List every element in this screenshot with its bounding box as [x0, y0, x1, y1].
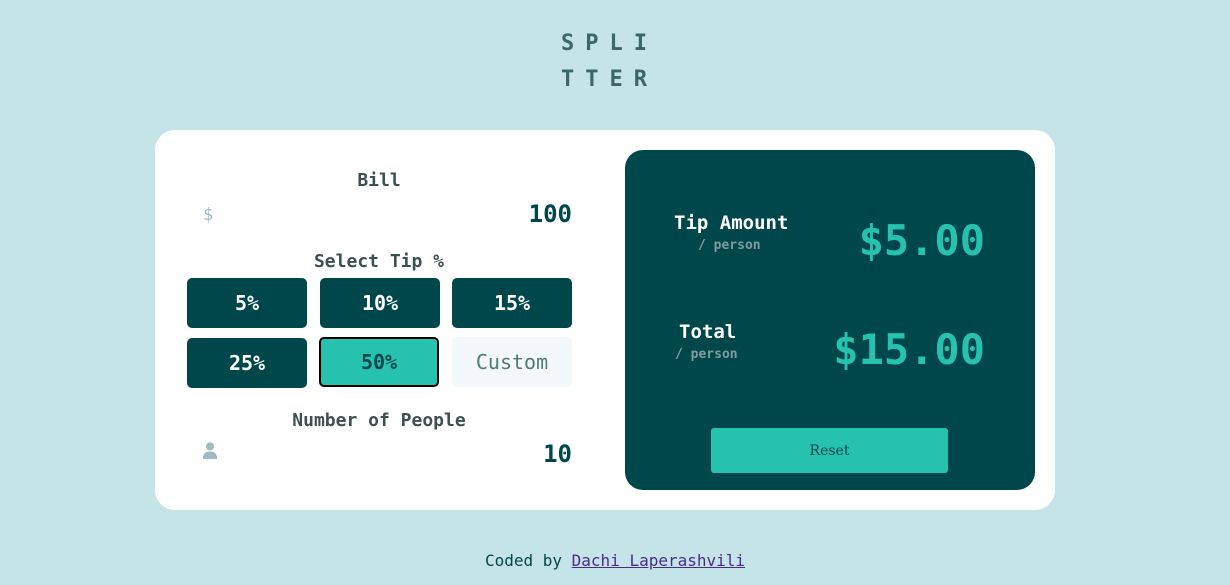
tip-amount-sub: / person	[698, 238, 761, 253]
tip-button-5[interactable]: 5%	[187, 278, 307, 328]
app-logo: SPLI TTER	[561, 26, 661, 98]
custom-tip-input[interactable]: Custom	[452, 337, 572, 387]
footer: Coded by Dachi Laperashvili	[0, 551, 1230, 570]
reset-button[interactable]: Reset	[711, 428, 948, 473]
bill-value: 100	[528, 200, 572, 228]
tip-button-10[interactable]: 10%	[320, 278, 440, 328]
tip-amount-label: Tip Amount	[674, 212, 789, 234]
people-input[interactable]: 10	[187, 436, 572, 474]
result-panel: Tip Amount / person $5.00 Total / person…	[625, 150, 1035, 490]
dollar-icon: $	[203, 205, 214, 225]
total-value: $15.00	[833, 325, 985, 374]
footer-prefix: Coded by	[484, 551, 563, 570]
tip-button-15[interactable]: 15%	[452, 278, 572, 328]
bill-label: Bill	[357, 170, 401, 191]
people-label: Number of People	[292, 410, 466, 431]
tip-button-25[interactable]: 25%	[187, 338, 307, 388]
calculator-card: Bill $ 100 Select Tip % 5% 10% 15% 25% 5…	[155, 130, 1055, 510]
logo-line-1: SPLI	[561, 31, 658, 56]
people-value: 10	[543, 440, 572, 468]
tip-button-50[interactable]: 50%	[319, 337, 439, 387]
person-icon	[203, 442, 217, 464]
logo-line-2: TTER	[561, 67, 658, 92]
total-sub: / person	[675, 347, 738, 362]
tip-amount-value: $5.00	[858, 216, 985, 265]
author-link[interactable]: Dachi Laperashvili	[572, 551, 745, 570]
total-label: Total	[679, 321, 737, 343]
bill-input[interactable]: $ 100	[187, 196, 572, 234]
tip-label: Select Tip %	[313, 251, 445, 272]
